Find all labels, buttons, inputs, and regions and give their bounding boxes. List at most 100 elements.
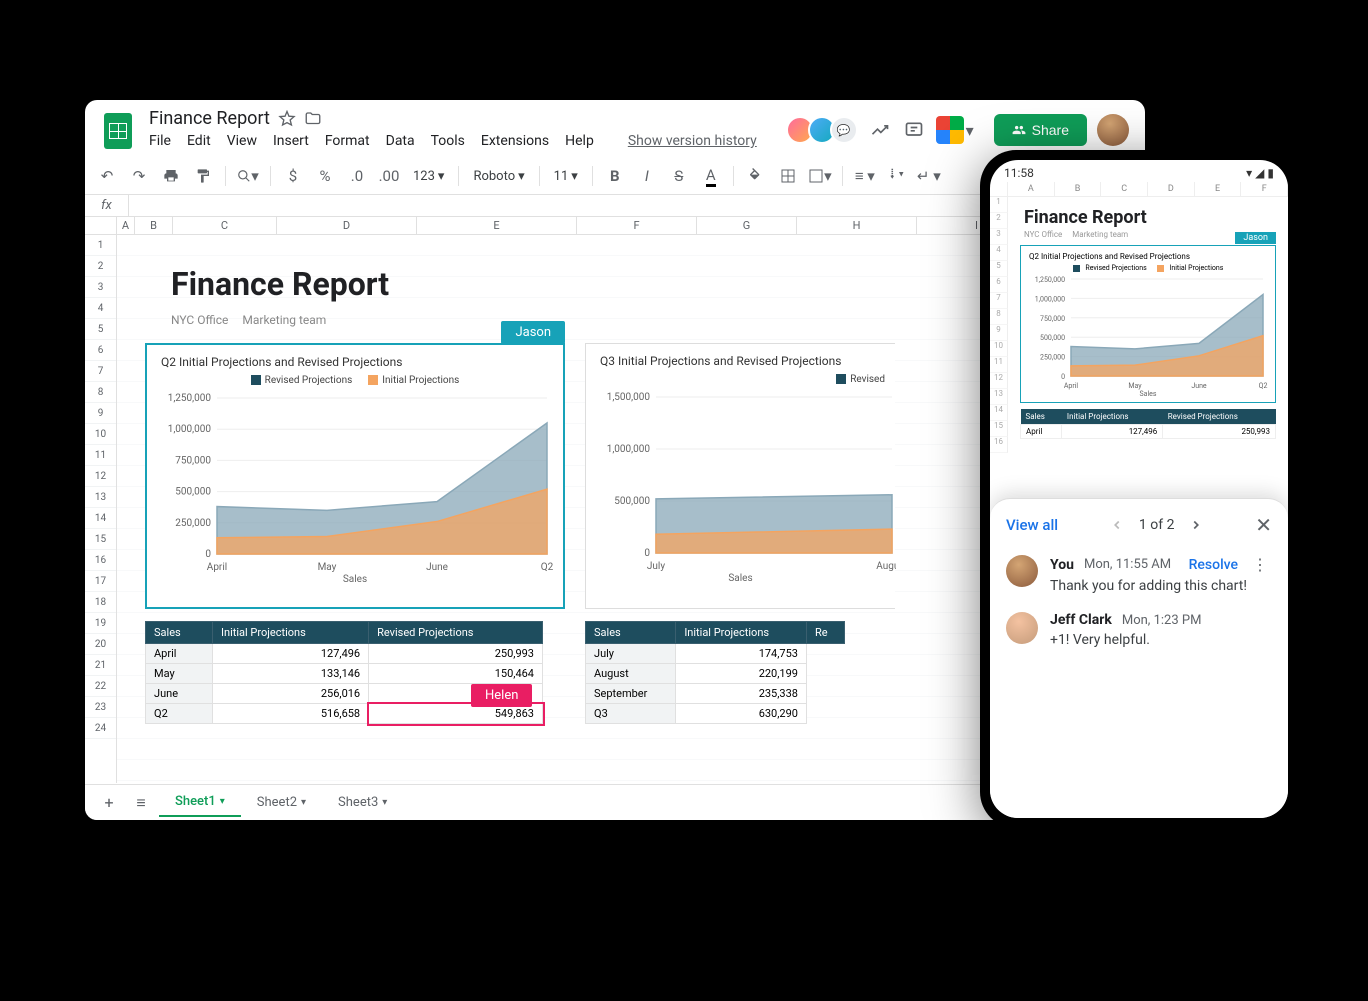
- row-number[interactable]: 23: [85, 697, 116, 718]
- menu-extensions[interactable]: Extensions: [481, 133, 549, 149]
- table-cell[interactable]: July: [586, 644, 676, 664]
- sheet-tab[interactable]: Sheet1 ▾: [159, 786, 241, 819]
- table-cell[interactable]: 516,658: [213, 704, 369, 724]
- phone-col-header[interactable]: F: [1241, 182, 1288, 196]
- prev-icon[interactable]: [1107, 515, 1127, 535]
- row-number[interactable]: 10: [85, 424, 116, 445]
- table-cell[interactable]: Q2: [146, 704, 213, 724]
- dec-decimal-icon[interactable]: .0: [345, 164, 369, 188]
- meet-dropdown-icon[interactable]: ▾: [966, 121, 984, 140]
- borders-icon[interactable]: [776, 164, 800, 188]
- row-number[interactable]: 14: [85, 508, 116, 529]
- percent-icon[interactable]: %: [313, 164, 337, 188]
- sheet-tab[interactable]: Sheet2 ▾: [241, 786, 322, 819]
- comment-history-icon[interactable]: [902, 118, 926, 142]
- chart-q3[interactable]: Q3 Initial Projections and Revised Proje…: [585, 343, 895, 609]
- phone-chart[interactable]: Jason Q2 Initial Projections and Revised…: [1020, 245, 1276, 403]
- collaborator-avatars[interactable]: 💬: [792, 116, 858, 144]
- v-align-icon[interactable]: ⭭ ▾: [885, 164, 909, 188]
- paint-format-icon[interactable]: [191, 164, 215, 188]
- currency-icon[interactable]: $: [281, 164, 305, 188]
- column-header[interactable]: F: [577, 217, 697, 234]
- bold-icon[interactable]: B: [603, 164, 627, 188]
- row-number[interactable]: 20: [85, 634, 116, 655]
- row-number[interactable]: 13: [85, 487, 116, 508]
- row-number[interactable]: 1: [85, 235, 116, 256]
- row-number[interactable]: 9: [85, 403, 116, 424]
- table-cell[interactable]: 256,016: [213, 684, 369, 704]
- row-number[interactable]: 6: [85, 340, 116, 361]
- explore-icon[interactable]: [868, 118, 892, 142]
- row-number[interactable]: 16: [85, 550, 116, 571]
- row-number[interactable]: 4: [85, 298, 116, 319]
- h-align-icon[interactable]: ≡ ▾: [853, 164, 877, 188]
- table-row[interactable]: August220,199: [586, 664, 845, 684]
- column-header[interactable]: A: [117, 217, 135, 234]
- meet-icon[interactable]: [936, 116, 964, 144]
- phone-col-header[interactable]: D: [1148, 182, 1195, 196]
- row-number[interactable]: 11: [85, 445, 116, 466]
- column-header[interactable]: B: [135, 217, 173, 234]
- italic-icon[interactable]: I: [635, 164, 659, 188]
- row-number[interactable]: 12: [85, 466, 116, 487]
- row-number[interactable]: 15: [85, 529, 116, 550]
- q3-table[interactable]: SalesInitial ProjectionsReJuly174,753Aug…: [585, 621, 845, 724]
- resolve-button[interactable]: Resolve: [1189, 557, 1238, 573]
- version-history-link[interactable]: Show version history: [628, 133, 757, 149]
- table-row[interactable]: April127,496250,993: [146, 644, 543, 664]
- row-number[interactable]: 7: [85, 361, 116, 382]
- menu-edit[interactable]: Edit: [187, 133, 211, 149]
- table-cell[interactable]: 150,464: [369, 664, 543, 684]
- column-header[interactable]: G: [697, 217, 797, 234]
- row-number[interactable]: 3: [85, 277, 116, 298]
- row-number[interactable]: 24: [85, 718, 116, 739]
- table-cell[interactable]: 127,496: [1062, 425, 1163, 439]
- font-size-dropdown[interactable]: 11 ▾: [550, 169, 582, 184]
- row-number[interactable]: 21: [85, 655, 116, 676]
- print-icon[interactable]: [159, 164, 183, 188]
- table-cell[interactable]: 250,993: [369, 644, 543, 664]
- view-all-link[interactable]: View all: [1006, 516, 1058, 534]
- phone-table[interactable]: SalesInitial ProjectionsRevised Projecti…: [1020, 409, 1276, 439]
- sheet-tab[interactable]: Sheet3 ▾: [322, 786, 403, 819]
- row-number[interactable]: 2: [85, 256, 116, 277]
- column-header[interactable]: E: [417, 217, 577, 234]
- row-number[interactable]: 8: [85, 382, 116, 403]
- row-number[interactable]: 17: [85, 571, 116, 592]
- sheets-app-icon[interactable]: [95, 108, 141, 154]
- table-cell[interactable]: April: [1021, 425, 1062, 439]
- profile-avatar[interactable]: [1097, 114, 1129, 146]
- text-color-icon[interactable]: A: [699, 164, 723, 188]
- merge-icon[interactable]: ▾: [808, 164, 832, 188]
- phone-col-header[interactable]: A: [1008, 182, 1055, 196]
- chart-q2[interactable]: Jason Q2 Initial Projections and Revised…: [145, 343, 565, 609]
- row-number[interactable]: 22: [85, 676, 116, 697]
- zoom-icon[interactable]: ▾: [236, 164, 260, 188]
- phone-col-header[interactable]: E: [1195, 182, 1242, 196]
- phone-col-header[interactable]: C: [1101, 182, 1148, 196]
- table-cell[interactable]: 220,199: [676, 664, 807, 684]
- table-cell[interactable]: August: [586, 664, 676, 684]
- menu-view[interactable]: View: [227, 133, 257, 149]
- wrap-icon[interactable]: ↵ ▾: [917, 164, 941, 188]
- more-icon[interactable]: ⋮: [1248, 555, 1272, 574]
- star-icon[interactable]: [278, 110, 296, 128]
- number-format-dropdown[interactable]: 123 ▾: [409, 169, 448, 184]
- document-title[interactable]: Finance Report: [149, 108, 270, 129]
- table-cell[interactable]: 235,338: [676, 684, 807, 704]
- move-to-folder-icon[interactable]: [304, 110, 322, 128]
- menu-file[interactable]: File: [149, 133, 171, 149]
- table-row[interactable]: July174,753: [586, 644, 845, 664]
- undo-icon[interactable]: ↶: [95, 164, 119, 188]
- table-row[interactable]: September235,338: [586, 684, 845, 704]
- menu-help[interactable]: Help: [565, 133, 594, 149]
- fill-color-icon[interactable]: [744, 164, 768, 188]
- table-cell[interactable]: June: [146, 684, 213, 704]
- table-cell[interactable]: Q3: [586, 704, 676, 724]
- menu-tools[interactable]: Tools: [431, 133, 465, 149]
- row-number[interactable]: 5: [85, 319, 116, 340]
- table-cell[interactable]: 630,290: [676, 704, 807, 724]
- table-row[interactable]: April127,496250,993: [1021, 425, 1276, 439]
- table-cell[interactable]: 127,496: [213, 644, 369, 664]
- table-cell[interactable]: 174,753: [676, 644, 807, 664]
